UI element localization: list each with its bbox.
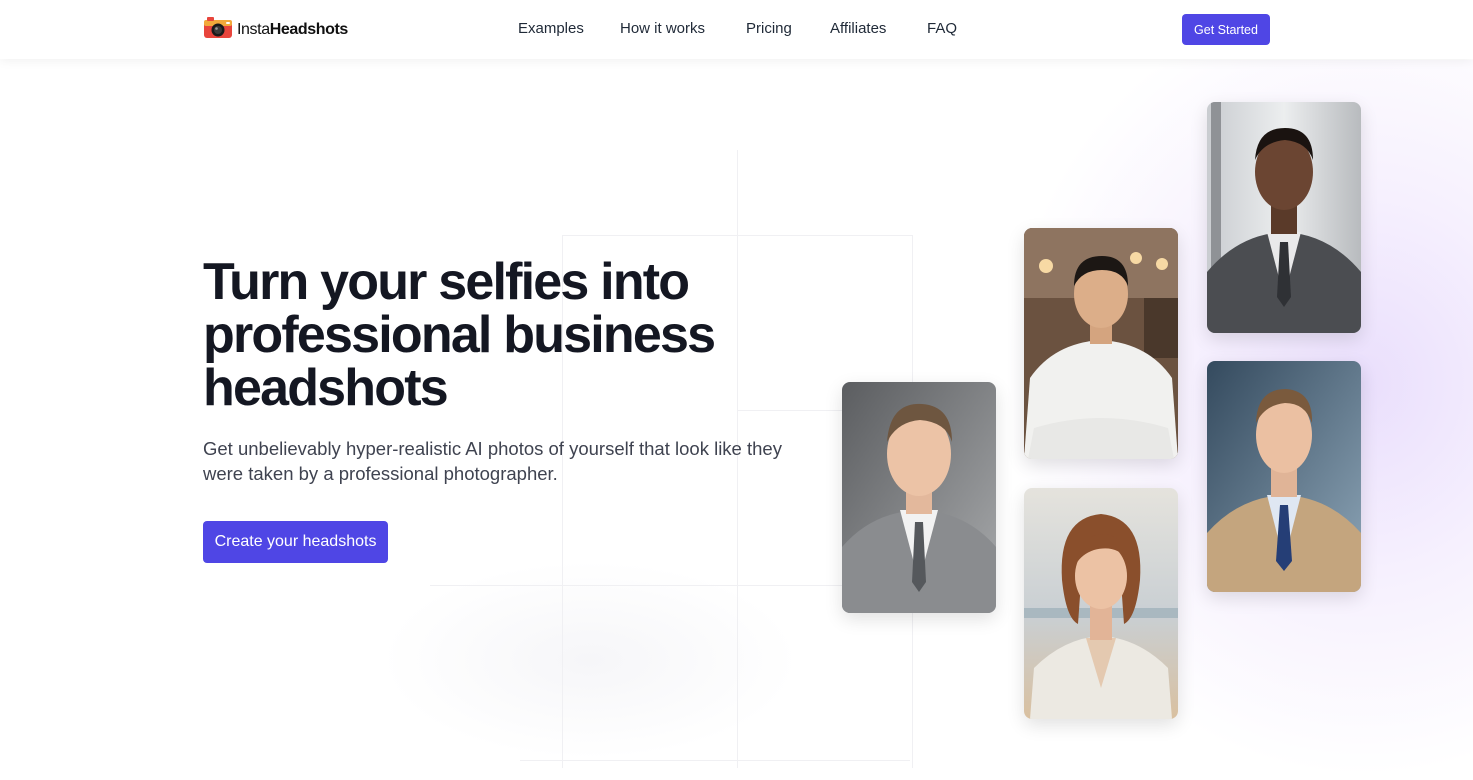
headshot-man-gray-suit <box>842 382 996 613</box>
camera-icon <box>203 16 237 45</box>
hero-subheadline: Get unbelievably hyper-realistic AI phot… <box>203 438 782 484</box>
headshot-man-tan-blazer <box>1207 361 1361 592</box>
logo[interactable]: InstaHeadshots <box>203 16 348 44</box>
nav-pricing[interactable]: Pricing <box>746 20 792 37</box>
headshot-man-dark-suit <box>1207 102 1361 333</box>
logo-text-light: Insta <box>237 21 270 38</box>
hero-headline: Turn your selfies into professional busi… <box>203 253 716 417</box>
create-headshots-button[interactable]: Create your headshots <box>203 521 388 563</box>
get-started-button[interactable]: Get Started <box>1182 14 1270 45</box>
nav-examples[interactable]: Examples <box>518 20 584 37</box>
headshot-man-white-shirt-cafe <box>1024 228 1178 459</box>
nav-faq[interactable]: FAQ <box>927 20 957 37</box>
headshot-woman-beach <box>1024 488 1178 719</box>
site-header: InstaHeadshots Examples How it works Pri… <box>0 0 1473 59</box>
nav-how-it-works[interactable]: How it works <box>620 20 705 37</box>
logo-text: InstaHeadshots <box>237 21 348 39</box>
nav-affiliates[interactable]: Affiliates <box>830 20 886 37</box>
logo-text-bold: Headshots <box>269 21 349 38</box>
